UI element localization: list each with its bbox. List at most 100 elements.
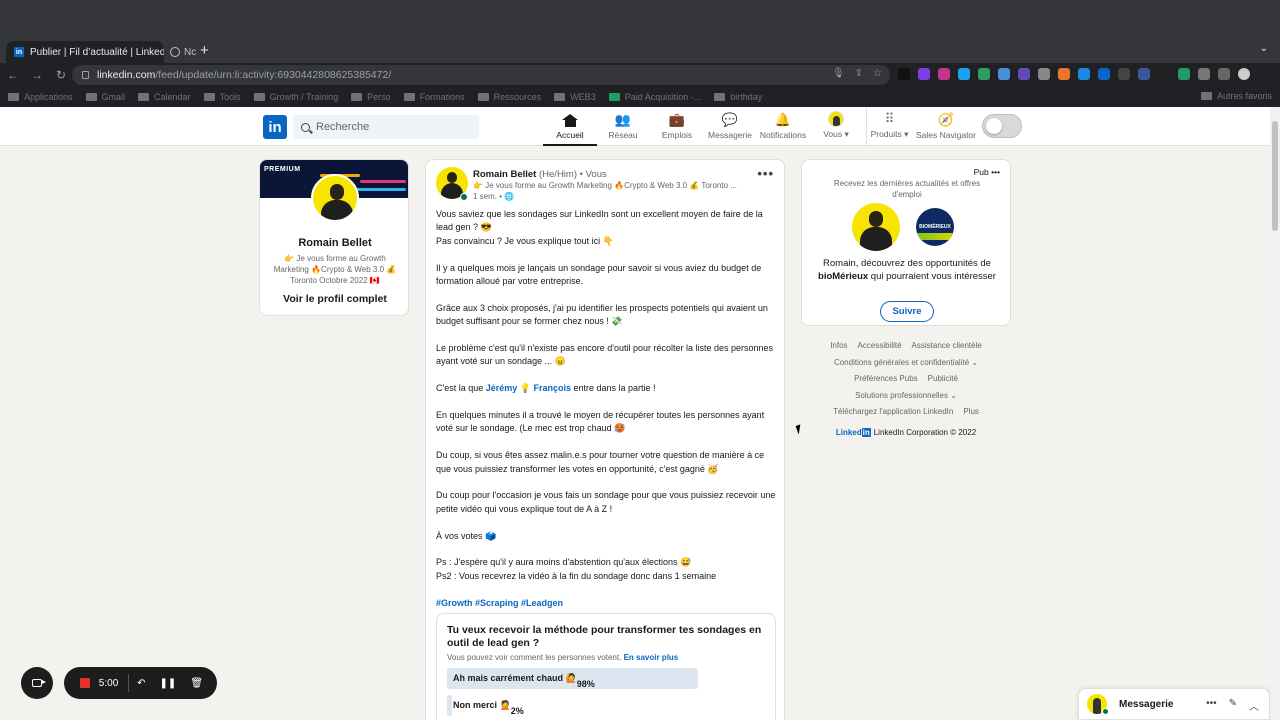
footer-link[interactable]: Accessibilité [858,341,902,350]
footer-link[interactable]: Téléchargez l'application LinkedIn [833,407,953,416]
bookmark-item[interactable]: WEB3 [554,92,596,102]
extension-icon[interactable] [958,68,970,80]
page-scrollbar[interactable] [1270,107,1280,720]
extension-icon[interactable] [1118,68,1130,80]
back-icon[interactable]: ← [2,68,24,82]
footer-link[interactable]: Plus [963,407,979,416]
extension-icon[interactable] [1158,68,1170,80]
compose-icon[interactable]: ✎ [1229,698,1237,713]
sidepanel-icon[interactable] [1218,68,1230,80]
more-options-icon[interactable]: ••• [1206,698,1217,713]
extension-icon[interactable] [1078,68,1090,80]
search-input[interactable] [316,121,466,133]
reload-icon[interactable]: ↻ [50,68,72,82]
chevron-down-icon[interactable]: ⌄ [1260,43,1268,54]
footer-link[interactable]: Publicité [928,374,958,383]
nav-me[interactable]: Vous ▾ [819,107,853,146]
poll-option[interactable]: Non merci 🤦 2% [447,695,765,716]
extension-icon[interactable] [1138,68,1150,80]
messaging-bar[interactable]: Messagerie ••• ✎ ︿ [1078,688,1270,720]
extension-icon[interactable] [998,68,1010,80]
mic-icon[interactable]: 🎙 [832,68,845,79]
bookmark-item[interactable]: Gmail [85,92,125,102]
more-options-icon[interactable]: ••• [991,167,1000,177]
nav-notifications[interactable]: 🔔 Notifications [757,107,809,146]
search-box[interactable] [293,115,479,139]
star-icon[interactable]: ☆ [873,68,882,79]
camera-button[interactable] [21,667,53,699]
post-author[interactable]: Romain Bellet (He/Him) • Vous [473,169,607,180]
learn-more-link[interactable]: En savoir plus [624,653,679,662]
bookmarks-bar: Applications Gmail Calendar Tools Growth… [0,87,1280,107]
globe-icon [170,47,180,57]
nav-home[interactable]: Accueil [543,107,597,146]
poll-bar [447,695,452,716]
linkedin-logo[interactable]: in [263,115,287,139]
share-icon[interactable]: ⇪ [855,68,863,79]
undo-icon[interactable]: ↶ [137,678,145,689]
scrollbar-thumb[interactable] [1272,121,1278,231]
mention-link[interactable]: Jérémy 💡 François [486,383,571,393]
nav-products[interactable]: ⠿ Produits ▾ [866,107,912,146]
nav-sales-navigator[interactable]: 🧭 Sales Navigator [915,107,977,146]
follow-button[interactable]: Suivre [880,301,934,322]
extension-icon[interactable] [978,68,990,80]
other-bookmarks[interactable]: Autres favoris [1200,91,1272,101]
search-icon [301,122,310,132]
pause-icon[interactable]: ❚❚ [160,678,177,689]
footer-link[interactable]: Solutions professionnelles ⌄ [855,391,957,400]
more-options-icon[interactable]: ••• [757,166,774,181]
bookmark-item[interactable]: Tools [203,92,241,102]
nav-network[interactable]: 👥 Réseau [604,107,642,146]
forward-icon[interactable]: → [26,68,48,82]
jobs-icon: 💼 [668,112,686,127]
extension-icon[interactable] [1178,68,1190,80]
footer-link[interactable]: Assistance clientèle [912,341,982,350]
theme-toggle[interactable] [982,114,1022,138]
extension-icon[interactable] [938,68,950,80]
nav-messaging[interactable]: 💬 Messagerie [706,107,754,146]
footer-link[interactable]: Préférences Pubs [854,374,918,383]
view-profile-link[interactable]: Voir le profil complet [260,293,408,305]
ad-subtitle: Recevez les dernières actualités et offr… [833,179,981,199]
bookmark-item[interactable]: birthday [714,92,762,102]
bookmark-item[interactable]: Perso [351,92,391,102]
poll-meta: Vous pouvez voir comment les personnes v… [447,653,679,662]
poll-option[interactable]: Ah mais carrément chaud 🙋 98% [447,668,765,689]
extension-icon[interactable] [898,68,910,80]
extension-icon[interactable] [1058,68,1070,80]
linkedin-wordmark: Linked [835,428,862,437]
bookmark-item[interactable]: Paid Acquisition -... [608,92,701,102]
puzzle-icon[interactable] [1198,68,1210,80]
address-bar[interactable]: linkedin.com /feed/update/urn:li:activit… [72,65,890,85]
post-paragraph: C'est la que Jérémy 💡 François entre dan… [436,383,656,394]
bookmark-item[interactable]: Ressources [477,92,541,102]
folder-icon [714,93,726,101]
bookmark-item[interactable]: Applications [8,92,73,102]
hashtags[interactable]: #Growth #Scraping #Leadgen [436,597,776,610]
bookmark-item[interactable]: Growth / Training [253,92,338,102]
footer-link[interactable]: Conditions générales et confidentialité … [834,358,978,367]
bookmark-item[interactable]: Formations [403,92,465,102]
avatar[interactable] [311,174,359,222]
tab-linkedin[interactable]: in Publier | Fil d’actualité | LinkedIn [6,41,164,63]
bookmark-item[interactable]: Calendar [138,92,191,102]
footer-link[interactable]: Infos [830,341,847,350]
company-logo[interactable]: BIOMÉRIEUX [916,208,954,246]
extension-icon[interactable] [1018,68,1030,80]
tab-other[interactable]: Nc [170,41,200,63]
trash-icon[interactable]: 🗑 [190,678,203,689]
nav-jobs[interactable]: 💼 Emplois [658,107,696,146]
extension-icon[interactable] [1038,68,1050,80]
extension-icon[interactable] [918,68,930,80]
profile-name[interactable]: Romain Bellet [260,237,408,249]
stop-record-button[interactable] [80,678,90,688]
browser-toolbar: ← → ↻ linkedin.com /feed/update/urn:li:a… [0,63,1280,87]
chevron-up-icon[interactable]: ︿ [1249,698,1259,713]
linkedin-logo: in [861,428,871,437]
messaging-icon: 💬 [721,112,739,127]
recorder-controls: 5:00 ↶ ❚❚ 🗑 [64,667,217,699]
new-tab-button[interactable]: + [200,42,209,59]
avatar[interactable] [1238,68,1250,80]
extension-icon[interactable] [1098,68,1110,80]
